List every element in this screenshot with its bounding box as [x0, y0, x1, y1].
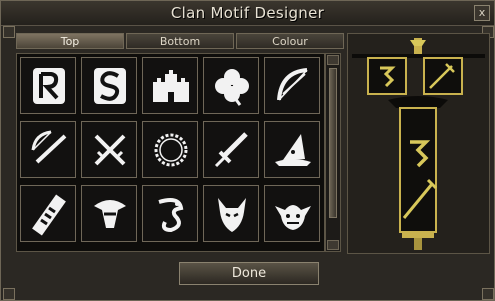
motif-cell[interactable] [20, 57, 76, 114]
motif-cell[interactable] [203, 185, 259, 242]
tab-bar: Top Bottom Colour [16, 33, 345, 50]
motif-cell[interactable] [264, 121, 320, 178]
motif-cell[interactable] [20, 121, 76, 178]
ring-icon [154, 133, 188, 167]
motif-grid [16, 53, 325, 252]
dragon-icon [158, 198, 184, 233]
castle-icon [153, 70, 189, 102]
banner-preview-graphic [352, 38, 485, 250]
helmet-icon [94, 200, 126, 228]
crossbow-icon [31, 130, 67, 164]
motif-cell[interactable] [142, 121, 198, 178]
motif-cell[interactable] [203, 121, 259, 178]
scroll-down-button[interactable] [327, 240, 339, 250]
scroll-icon [32, 194, 66, 236]
frame-corner-icon [3, 26, 15, 38]
motif-cell[interactable] [20, 185, 76, 242]
sword-icon [214, 132, 248, 168]
tab-bottom[interactable]: Bottom [126, 33, 234, 49]
tab-colour[interactable]: Colour [236, 33, 344, 49]
goblin-icon [275, 205, 311, 230]
motif-cell[interactable] [142, 185, 198, 242]
rune-s-icon [94, 68, 126, 104]
frame-corner-icon [482, 288, 494, 300]
motif-cell[interactable] [264, 185, 320, 242]
title-bar: Clan Motif Designer x [1, 1, 494, 26]
demon-icon [218, 198, 246, 232]
clover-icon [215, 69, 249, 106]
motif-cell[interactable] [81, 185, 137, 242]
crossed-swords-icon [94, 134, 126, 166]
motif-cell[interactable] [203, 57, 259, 114]
clan-motif-designer-window: Clan Motif Designer x Top Bottom Colour [0, 0, 495, 301]
motif-cell[interactable] [264, 57, 320, 114]
close-button[interactable]: x [474, 5, 490, 21]
rune-r-icon [33, 68, 65, 104]
motif-cell[interactable] [81, 57, 137, 114]
banner-preview [347, 33, 490, 254]
window-title: Clan Motif Designer [170, 4, 325, 22]
bow-icon [277, 68, 308, 101]
motif-cell[interactable] [142, 57, 198, 114]
scroll-thumb[interactable] [329, 68, 337, 218]
done-button[interactable]: Done [179, 262, 319, 285]
wizard-hat-icon [275, 134, 311, 166]
tab-top[interactable]: Top [16, 33, 124, 49]
frame-corner-icon [3, 288, 15, 300]
motif-cell[interactable] [81, 121, 137, 178]
scroll-up-button[interactable] [327, 55, 339, 65]
motif-scrollbar[interactable] [325, 53, 341, 252]
